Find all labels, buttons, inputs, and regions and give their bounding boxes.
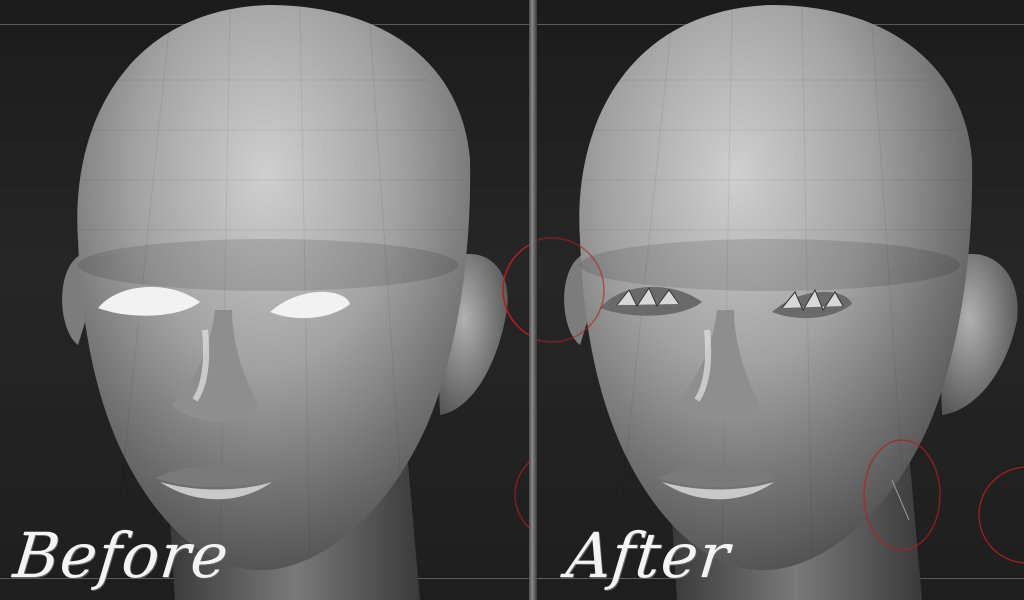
brow-shadow [78, 239, 458, 291]
after-viewport: After [537, 0, 1024, 600]
split-divider[interactable] [529, 0, 537, 600]
after-label: After [563, 519, 734, 592]
brow-shadow [580, 239, 960, 291]
head-model-after [537, 5, 1024, 600]
before-label: Before [10, 519, 233, 592]
head-model-before [62, 5, 529, 600]
before-viewport: Before [0, 0, 529, 600]
